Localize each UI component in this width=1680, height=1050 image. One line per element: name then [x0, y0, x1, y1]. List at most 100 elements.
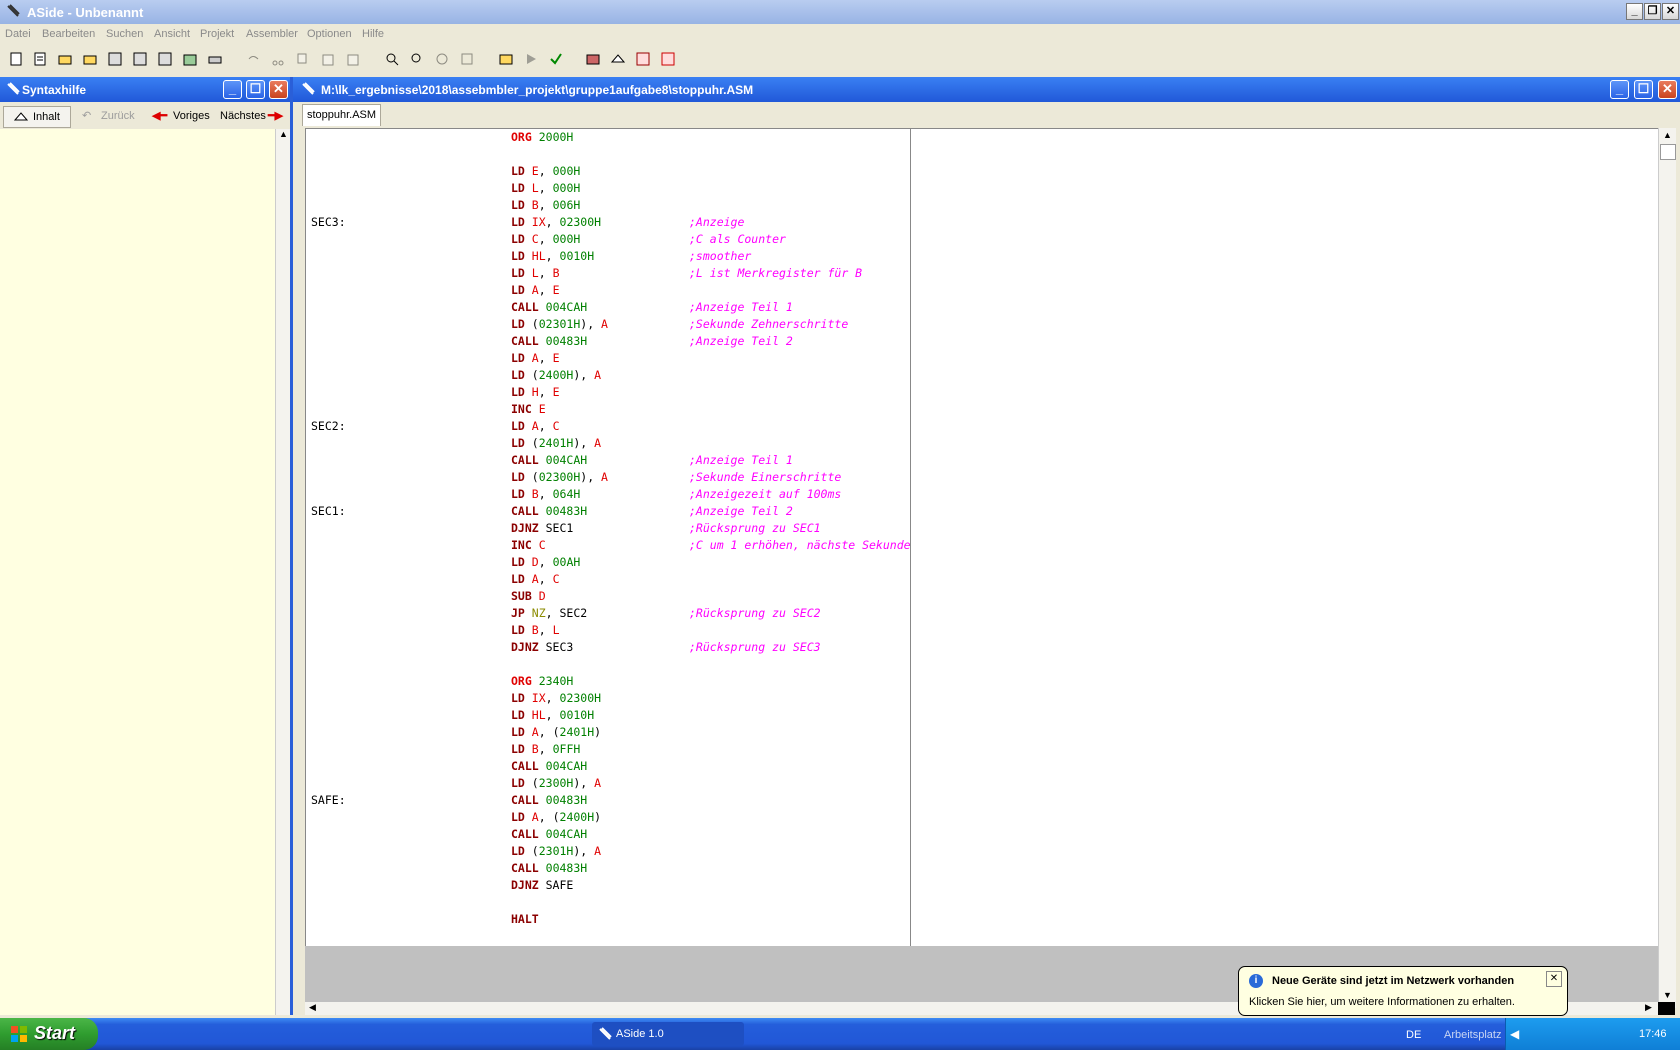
paste-icon[interactable]	[321, 52, 335, 66]
code-instruction: CALL 004CAH	[511, 827, 588, 841]
code-comment: ;smoother	[689, 249, 752, 263]
find-icon[interactable]	[385, 52, 399, 66]
arbeitsplatz-toolbar[interactable]: Arbeitsplatz	[1444, 1029, 1501, 1041]
save-project-icon[interactable]	[133, 52, 147, 66]
code-instruction: LD (02300H), A	[511, 470, 608, 484]
language-indicator[interactable]: DE	[1406, 1029, 1421, 1041]
code-instruction: CALL 004CAH	[511, 759, 588, 773]
syntax-help-icon[interactable]	[610, 52, 626, 66]
menu-bearbeiten[interactable]: Bearbeiten	[42, 28, 95, 40]
editor-maximize-button[interactable]: ☐	[1634, 80, 1653, 99]
toolbar	[0, 46, 1680, 72]
code-instruction: LD B, 0FFH	[511, 742, 581, 756]
clock[interactable]: 17:46	[1639, 1028, 1667, 1040]
menu-suchen[interactable]: Suchen	[106, 28, 143, 40]
code-editor[interactable]: ORG 2000H LD E, 000H LD L, 000H LD B, 006H S…	[305, 128, 1660, 948]
code-instruction: JP NZ, SEC2	[511, 606, 588, 620]
back-button[interactable]: ↶ Zurück	[73, 106, 141, 126]
code-comment: ;C als Counter	[689, 232, 786, 246]
code-instruction: HALT	[511, 912, 539, 926]
notification-balloon[interactable]: i Neue Geräte sind jetzt im Netzwerk vor…	[1238, 966, 1568, 1016]
code-instruction: CALL 00483H	[511, 861, 588, 875]
tab-stoppuhr[interactable]: stoppuhr.ASM	[302, 104, 381, 126]
minimize-button[interactable]: _	[1626, 3, 1643, 20]
editor-minimize-button[interactable]: _	[1610, 80, 1629, 99]
scroll-thumb[interactable]	[1660, 144, 1676, 160]
run-icon[interactable]	[524, 52, 538, 66]
scroll-up-icon[interactable]: ▲	[1663, 130, 1672, 140]
code-instruction: LD (2401H), A	[511, 436, 602, 450]
code-instruction: DJNZ SEC3	[511, 640, 574, 654]
replace-icon[interactable]	[410, 52, 424, 66]
menu-optionen[interactable]: Optionen	[307, 28, 352, 40]
print-icon[interactable]	[208, 52, 222, 66]
editor-vertical-scrollbar[interactable]: ▲ ▼	[1658, 128, 1676, 1008]
menu-ansicht[interactable]: Ansicht	[154, 28, 190, 40]
code-instruction: LD IX, 02300H	[511, 215, 602, 229]
panel-maximize-button[interactable]: ☐	[246, 80, 265, 99]
copy-icon[interactable]	[296, 52, 310, 66]
tray-expand-icon[interactable]: ◀	[1510, 1027, 1519, 1041]
panel-close-button[interactable]: ✕	[269, 80, 288, 99]
scroll-down-icon[interactable]: ▼	[1663, 990, 1672, 1000]
undo-icon[interactable]	[246, 52, 260, 66]
code-comment: ;Sekunde Einerschritte	[689, 470, 842, 484]
restore-button[interactable]: ❐	[1644, 3, 1661, 20]
open-project-icon[interactable]	[83, 52, 97, 66]
code-instruction: LD E, 000H	[511, 164, 581, 178]
code-instruction: LD L, B	[511, 266, 560, 280]
code-comment: ;L ist Merkregister für B	[689, 266, 863, 280]
manual-icon[interactable]	[636, 52, 650, 66]
edit-icon[interactable]	[346, 52, 360, 66]
task-label: ASide 1.0	[616, 1028, 664, 1040]
help-book-icon[interactable]	[586, 52, 600, 66]
menu-assembler[interactable]: Assembler	[246, 28, 298, 40]
menu-datei[interactable]: Datei	[5, 28, 31, 40]
code-comment: ;Anzeige Teil 2	[689, 334, 793, 348]
code-instruction: CALL 004CAH	[511, 300, 588, 314]
close-button[interactable]: ✕	[1662, 3, 1679, 20]
start-button[interactable]: Start	[0, 1018, 98, 1050]
panel-scrollbar[interactable]: ▲	[275, 129, 291, 1015]
info-icon[interactable]	[661, 52, 675, 66]
assemble-icon[interactable]	[499, 52, 513, 66]
code-instruction: LD D, 00AH	[511, 555, 581, 569]
save-all-icon[interactable]	[158, 52, 172, 66]
right-margin-line	[910, 128, 911, 946]
scroll-right-icon[interactable]: ▶	[1645, 1002, 1652, 1013]
scroll-up-icon[interactable]: ▲	[279, 129, 288, 139]
task-aside[interactable]: ASide 1.0	[592, 1022, 744, 1046]
new-file-icon[interactable]	[9, 52, 23, 66]
code-instruction: SUB D	[511, 589, 546, 603]
code-instruction: CALL 00483H	[511, 793, 588, 807]
find-next-icon[interactable]	[435, 52, 449, 66]
contents-button[interactable]: Inhalt	[3, 106, 71, 128]
arrow-left-icon: ◀━	[152, 110, 168, 122]
code-comment: ;Rücksprung zu SEC1	[689, 521, 821, 535]
contents-label: Inhalt	[33, 111, 60, 123]
editor-close-button[interactable]: ✕	[1658, 80, 1677, 99]
scroll-left-icon[interactable]: ◀	[309, 1002, 316, 1013]
menu-hilfe[interactable]: Hilfe	[362, 28, 384, 40]
code-instruction: DJNZ SAFE	[511, 878, 574, 892]
code-instruction: LD B, 064H	[511, 487, 581, 501]
open-icon[interactable]	[58, 52, 72, 66]
check-icon[interactable]	[549, 52, 563, 66]
info-icon: i	[1249, 974, 1263, 988]
code-instruction: INC C	[511, 538, 546, 552]
code-instruction: LD L, 000H	[511, 181, 581, 195]
code-instruction: LD B, 006H	[511, 198, 581, 212]
code-instruction: LD A, E	[511, 283, 560, 297]
cut-icon[interactable]	[271, 52, 285, 66]
goto-icon[interactable]	[460, 52, 474, 66]
prev-button[interactable]: ◀━ Voriges	[146, 106, 212, 126]
next-button[interactable]: Nächstes ━▶	[216, 106, 286, 126]
export-icon[interactable]	[183, 52, 197, 66]
panel-minimize-button[interactable]: _	[223, 80, 242, 99]
notification-body: Klicken Sie hier, um weitere Information…	[1249, 996, 1515, 1008]
code-label: SEC2:	[311, 419, 346, 433]
menu-projekt[interactable]: Projekt	[200, 28, 234, 40]
new-document-icon[interactable]	[33, 52, 47, 66]
save-icon[interactable]	[108, 52, 122, 66]
notification-close-icon[interactable]: ✕	[1546, 971, 1562, 987]
